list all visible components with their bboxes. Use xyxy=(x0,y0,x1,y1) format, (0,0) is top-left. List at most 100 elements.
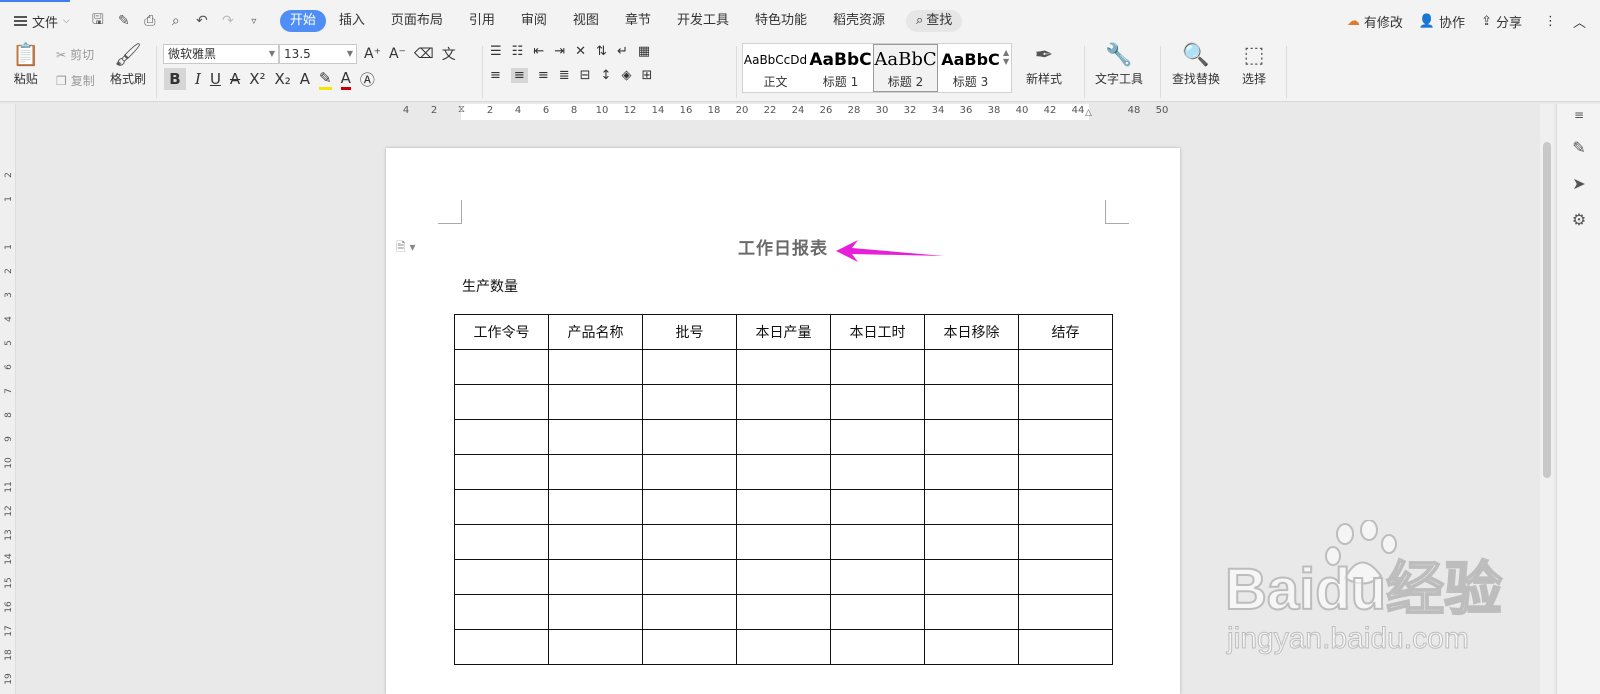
table-cell[interactable] xyxy=(924,594,1019,630)
table-cell[interactable] xyxy=(736,489,831,525)
subscript-icon[interactable]: X₂ xyxy=(274,70,290,88)
table-cell[interactable] xyxy=(830,629,925,665)
table-cell[interactable] xyxy=(1018,559,1113,595)
underline-icon[interactable]: U xyxy=(210,70,221,88)
table-cell[interactable] xyxy=(830,594,925,630)
distributed-icon[interactable]: ⊟ xyxy=(580,68,591,83)
show-marks-icon[interactable]: ↵ xyxy=(617,44,628,59)
table-cell[interactable] xyxy=(454,629,549,665)
table-cell[interactable] xyxy=(736,384,831,420)
phonetic-icon[interactable]: 文 xyxy=(442,44,456,64)
file-menu[interactable]: 文件 ⌵ xyxy=(14,12,70,31)
table-cell[interactable] xyxy=(924,629,1019,665)
numbered-list-icon[interactable]: ☷ xyxy=(512,44,524,59)
tab-page-layout[interactable]: 页面布局 xyxy=(378,10,456,32)
bullet-list-icon[interactable]: ☰ xyxy=(490,44,502,59)
tab-resources[interactable]: 稻壳资源 xyxy=(820,10,898,32)
format-painter-quick-icon[interactable]: ✎ xyxy=(116,13,132,29)
table-cell[interactable] xyxy=(1018,629,1113,665)
table-cell[interactable] xyxy=(924,489,1019,525)
print-preview-icon[interactable]: ⌕ xyxy=(168,13,184,29)
style-heading-1[interactable]: AaBbC 标题 1 xyxy=(808,44,873,92)
vertical-scrollbar[interactable] xyxy=(1540,104,1554,694)
table-cell[interactable] xyxy=(1018,349,1113,385)
table-cell[interactable] xyxy=(924,419,1019,455)
table-cell[interactable] xyxy=(548,489,643,525)
font-color-icon[interactable]: A xyxy=(340,69,351,90)
table-cell[interactable] xyxy=(454,559,549,595)
line-spacing-icon[interactable]: ↕ xyxy=(601,68,612,83)
style-scroll-icon[interactable]: ▲ ▼ xyxy=(1003,44,1009,92)
shrink-font-icon[interactable]: A⁻ xyxy=(389,46,406,62)
table-header-cell[interactable]: 本日产量 xyxy=(736,314,831,350)
clear-format-icon[interactable]: ⌫ xyxy=(414,46,434,62)
save-icon[interactable]: 🖫 xyxy=(90,9,106,33)
collapse-ribbon-icon[interactable]: ︿ xyxy=(1573,12,1586,31)
table-cell[interactable] xyxy=(642,489,737,525)
table-cell[interactable] xyxy=(642,419,737,455)
indent-marker-icon[interactable]: ⧖ xyxy=(458,104,465,115)
table-cell[interactable] xyxy=(830,489,925,525)
share-button[interactable]: ⇪ 分享 xyxy=(1481,12,1522,31)
edit-pen-icon[interactable]: ✎ xyxy=(1557,138,1600,157)
bold-icon[interactable]: B xyxy=(164,68,186,90)
table-cell[interactable] xyxy=(548,384,643,420)
tab-references[interactable]: 引用 xyxy=(456,10,508,32)
table-cell[interactable] xyxy=(830,454,925,490)
table-cell[interactable] xyxy=(642,454,737,490)
table-cell[interactable] xyxy=(454,594,549,630)
table-header-cell[interactable]: 批号 xyxy=(642,314,737,350)
table-cell[interactable] xyxy=(736,454,831,490)
style-heading-2[interactable]: AaBbC 标题 2 xyxy=(873,44,938,92)
tab-section[interactable]: 章节 xyxy=(612,10,664,32)
table-cell[interactable] xyxy=(642,384,737,420)
borders-icon[interactable]: ⊞ xyxy=(641,68,652,83)
strikethrough-icon[interactable]: A xyxy=(230,70,240,88)
table-cell[interactable] xyxy=(830,524,925,560)
table-cell[interactable] xyxy=(454,384,549,420)
select-button[interactable]: ⬚ 选择 xyxy=(1242,42,1266,87)
justify-icon[interactable]: ≣ xyxy=(559,68,570,83)
tab-review[interactable]: 审阅 xyxy=(508,10,560,32)
table-cell[interactable] xyxy=(548,559,643,595)
table-cell[interactable] xyxy=(736,349,831,385)
table-cell[interactable] xyxy=(548,454,643,490)
table-cell[interactable] xyxy=(454,489,549,525)
document-page[interactable]: 🗎 ▾ 工作日报表 生产数量 工作令号 产品名称 批号 本日产量 本日工时 本日… xyxy=(386,148,1180,694)
superscript-icon[interactable]: X² xyxy=(249,70,265,88)
table-header-cell[interactable]: 本日工时 xyxy=(830,314,925,350)
table-cell[interactable] xyxy=(830,349,925,385)
tab-home[interactable]: 开始 xyxy=(279,10,326,32)
decrease-indent-icon[interactable]: ⇤ xyxy=(533,44,544,59)
modified-button[interactable]: ☁ 有修改 xyxy=(1347,12,1403,31)
table-cell[interactable] xyxy=(736,594,831,630)
italic-icon[interactable]: I xyxy=(195,70,201,88)
print-icon[interactable]: ⎙ xyxy=(142,13,158,29)
settings-sliders-icon[interactable]: ⚙ xyxy=(1557,210,1600,229)
customize-toolbar-icon[interactable]: ▿ xyxy=(246,16,262,27)
more-icon[interactable]: ⋮ xyxy=(1544,14,1557,29)
increase-indent-icon[interactable]: ⇥ xyxy=(554,44,565,59)
table-cell[interactable] xyxy=(454,524,549,560)
cut-button[interactable]: ✂ 剪切 xyxy=(56,46,94,63)
redo-icon[interactable]: ↷ xyxy=(220,13,236,29)
sort-icon[interactable]: ⇅ xyxy=(596,44,607,59)
table-cell[interactable] xyxy=(548,524,643,560)
table-cell[interactable] xyxy=(924,559,1019,595)
table-cell[interactable] xyxy=(1018,384,1113,420)
table-cell[interactable] xyxy=(924,349,1019,385)
scrollbar-thumb[interactable] xyxy=(1543,142,1551,478)
table-cell[interactable] xyxy=(736,559,831,595)
style-normal[interactable]: AaBbCcDd 正文 xyxy=(743,44,808,92)
text-effect-icon[interactable]: A xyxy=(300,70,310,88)
tab-developer[interactable]: 开发工具 xyxy=(664,10,742,32)
align-center-icon[interactable]: ≡ xyxy=(510,68,528,83)
table-cell[interactable] xyxy=(924,454,1019,490)
table-cell[interactable] xyxy=(924,384,1019,420)
align-left-icon[interactable]: ≡ xyxy=(490,68,501,83)
table-cell[interactable] xyxy=(642,559,737,595)
new-style-button[interactable]: ✒ 新样式 xyxy=(1026,42,1062,87)
table-cell[interactable] xyxy=(924,524,1019,560)
char-border-icon[interactable]: Ⓐ xyxy=(360,69,375,90)
table-cell[interactable] xyxy=(1018,454,1113,490)
